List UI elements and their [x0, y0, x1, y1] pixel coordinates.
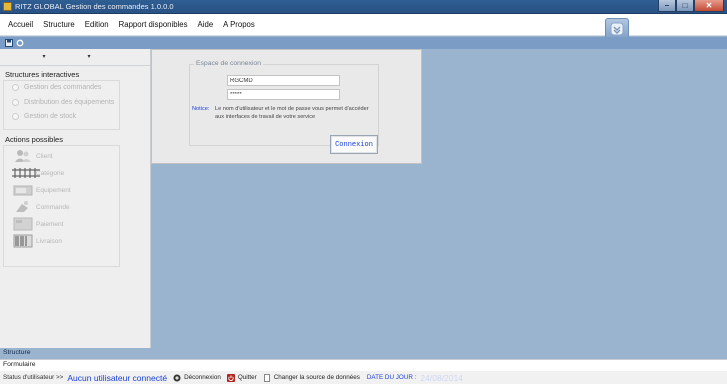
minimize-button[interactable]: – [658, 0, 676, 12]
action-equipement[interactable]: Equipement [13, 183, 71, 197]
structure-label: Structure [3, 349, 31, 356]
action-livraison[interactable]: Livraison [13, 234, 62, 248]
login-panel: Espace de connexion Notice: Le nom d'uti… [151, 49, 422, 164]
refresh-icon[interactable] [16, 39, 24, 47]
action-label: Paiement [36, 220, 64, 228]
delivery-icon [13, 234, 33, 248]
status-bar: Status d'utilisateur >> Aucun utilisateu… [0, 371, 727, 384]
logout-button[interactable]: Déconnexion [173, 374, 221, 382]
logout-icon [173, 374, 181, 381]
logout-label: Déconnexion [184, 374, 221, 381]
structure-label: Gestion de stock [24, 113, 77, 120]
user-status-value: Aucun utilisateur connecté [67, 372, 168, 383]
structures-title: Structures interactives [5, 70, 80, 79]
menu-structure[interactable]: Structure [43, 19, 75, 31]
action-categorie[interactable]: Catégorie [11, 166, 64, 180]
radio-button[interactable] [12, 99, 19, 106]
action-label: Catégorie [36, 169, 65, 177]
user-status-label: Status d'utilisateur >> [3, 374, 64, 381]
form-panel-header[interactable]: Formulaire [0, 359, 727, 371]
structure-option-stock[interactable]: Gestion de stock [12, 113, 76, 120]
divider [0, 65, 150, 66]
action-label: Commande [36, 203, 70, 211]
power-icon [226, 373, 235, 382]
menu-accueil[interactable]: Accueil [8, 19, 33, 31]
password-field[interactable] [227, 89, 340, 100]
sidebar: ▾ ▾ Structures interactives Gestion des … [0, 49, 151, 359]
window-title: RITZ GLOBAL Gestion des commandes 1.0.0.… [15, 2, 174, 11]
structure-label: Gestion des commandes [24, 84, 102, 91]
title-bar: RITZ GLOBAL Gestion des commandes 1.0.0.… [0, 0, 727, 14]
menu-rapports[interactable]: Rapport disponibles [119, 19, 188, 31]
toolbar [0, 37, 727, 49]
maximize-button[interactable]: □ [676, 0, 694, 12]
shield-icon [610, 22, 624, 36]
change-source-button[interactable]: Changer la source de données [263, 373, 360, 382]
radio-button[interactable] [12, 84, 19, 91]
radio-button[interactable] [12, 113, 19, 120]
structure-option-commandes[interactable]: Gestion des commandes [12, 84, 101, 91]
quit-label: Quitter [237, 374, 257, 381]
window-controls: – □ ✕ [658, 0, 724, 13]
structure-label: Distribution des équipements [24, 99, 115, 106]
action-commande[interactable]: Commande [13, 200, 70, 214]
save-icon[interactable] [5, 39, 13, 47]
quit-button[interactable]: Quitter [226, 373, 257, 382]
structure-panel-header[interactable]: Structure [0, 348, 151, 359]
action-label: Equipement [36, 186, 71, 194]
date-label: DATE DU JOUR : [366, 374, 417, 381]
action-client[interactable]: Client [13, 149, 53, 163]
payment-icon [13, 217, 33, 231]
form-label: Formulaire [3, 361, 36, 368]
document-icon [263, 373, 270, 382]
notice-text: Le nom d'utilisateur et le mot de passe … [215, 106, 369, 120]
menu-edition[interactable]: Edition [85, 19, 109, 31]
action-paiement[interactable]: Paiement [13, 217, 63, 231]
actions-title: Actions possibles [5, 135, 63, 144]
order-icon [16, 201, 28, 212]
menu-aide[interactable]: Aide [198, 19, 214, 31]
menu-a-propos[interactable]: A Propos [223, 19, 255, 31]
equipment-icon [13, 185, 33, 196]
login-fieldset: Espace de connexion Notice: Le nom d'uti… [189, 60, 379, 146]
notice-label: Notice: [192, 106, 210, 112]
client-icon [15, 150, 31, 162]
connexion-button[interactable]: Connexion [330, 135, 378, 154]
change-source-label: Changer la source de données [273, 374, 360, 381]
view-dropdown[interactable]: ▾ [38, 52, 50, 62]
app-icon [3, 2, 12, 11]
date-value: 24/08/2014 [420, 372, 463, 383]
close-button[interactable]: ✕ [694, 0, 724, 12]
action-label: Client [36, 152, 53, 160]
login-legend: Espace de connexion [194, 60, 263, 67]
action-label: Livraison [36, 237, 63, 245]
main-menu: Accueil Structure Edition Rapport dispon… [8, 19, 265, 31]
username-field[interactable] [227, 75, 340, 86]
options-dropdown[interactable]: ▾ [83, 52, 95, 62]
structure-option-distribution[interactable]: Distribution des équipements [12, 99, 114, 106]
